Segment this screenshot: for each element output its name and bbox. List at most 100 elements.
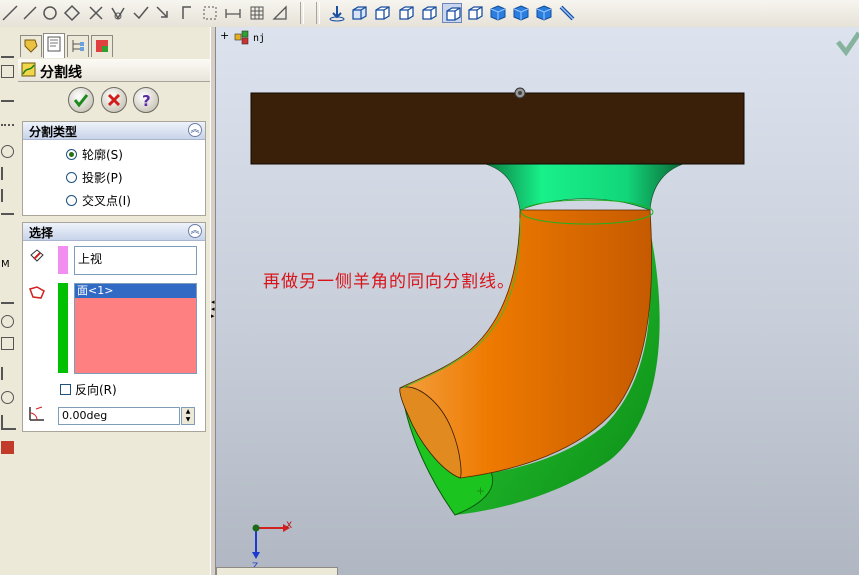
circle-icon[interactable] xyxy=(40,3,60,23)
strip-pencil-icon[interactable] xyxy=(1,441,14,454)
check-icon[interactable] xyxy=(131,3,151,23)
face-list-item[interactable]: 面<1> xyxy=(75,284,196,298)
shaded-cube-1-icon[interactable] xyxy=(488,3,508,23)
annotation-text: 再做另一侧羊角的同向分割线。 xyxy=(263,272,515,292)
plane-field[interactable]: 上视 xyxy=(74,246,197,275)
selection-title: 选择 xyxy=(29,226,54,240)
section-view-icon[interactable] xyxy=(557,3,577,23)
strip-dotted-icon[interactable] xyxy=(1,111,14,126)
cross-icon[interactable] xyxy=(86,3,106,23)
grid-icon[interactable] xyxy=(247,3,267,23)
strip-line-icon[interactable] xyxy=(1,43,14,58)
reverse-label: 反向(R) xyxy=(75,383,117,397)
view-cube-3-icon[interactable] xyxy=(396,3,416,23)
plane-value: 上视 xyxy=(78,252,103,266)
help-button[interactable]: ? xyxy=(133,87,159,113)
dimension-icon[interactable] xyxy=(223,3,243,23)
command-strip: M xyxy=(0,27,17,575)
rotate-view-icon[interactable] xyxy=(327,3,347,23)
split-type-header[interactable]: 分割类型 ︽ xyxy=(23,122,205,140)
feature-title: 分割线 xyxy=(40,65,82,81)
arrow-icon[interactable] xyxy=(153,3,173,23)
toolbar-separator xyxy=(300,2,304,24)
strip-bar-icon[interactable] xyxy=(1,367,16,380)
model-canvas[interactable] xyxy=(216,27,859,575)
svg-text:?: ? xyxy=(142,92,151,109)
strip-circle-icon[interactable] xyxy=(1,315,14,328)
slash-icon[interactable] xyxy=(20,3,40,23)
angle-input[interactable]: 0.00deg xyxy=(58,407,180,425)
top-toolbar xyxy=(0,0,859,28)
split-line-feature-icon xyxy=(21,62,36,77)
confirmation-corner-icon[interactable] xyxy=(836,31,859,57)
plane-color-swatch xyxy=(58,246,68,274)
view-cube-4-icon[interactable] xyxy=(419,3,439,23)
feature-manager-tab[interactable] xyxy=(20,35,42,57)
graphics-area[interactable]: + nj 再做另一侧羊角的同向分割线。 X Z xyxy=(216,27,859,575)
configuration-manager-tab[interactable] xyxy=(67,35,89,57)
view-cube-5-icon[interactable] xyxy=(442,3,462,23)
strip-circle-icon[interactable] xyxy=(1,145,14,158)
spin-up-icon[interactable]: ▲ xyxy=(182,408,194,416)
trim-icon[interactable] xyxy=(108,3,128,23)
strip-line-icon[interactable] xyxy=(1,87,14,102)
green-neck-face[interactable] xyxy=(477,161,691,211)
strip-box-icon[interactable] xyxy=(1,337,14,350)
angle-icon xyxy=(29,406,44,421)
reverse-checkbox[interactable] xyxy=(60,384,71,395)
diamond-icon[interactable] xyxy=(62,3,82,23)
strip-line-icon[interactable] xyxy=(1,213,14,228)
face-color-swatch xyxy=(58,283,68,373)
cancel-button[interactable] xyxy=(101,87,127,113)
radio-intersection[interactable] xyxy=(66,195,77,206)
radio-projection-label: 投影(P) xyxy=(82,171,123,185)
radio-projection[interactable] xyxy=(66,172,77,183)
strip-m-icon[interactable]: M xyxy=(1,259,14,272)
face-list[interactable]: 面<1> xyxy=(74,283,197,374)
model-tab[interactable] xyxy=(216,567,338,575)
view-cube-1-icon[interactable] xyxy=(349,3,369,23)
strip-box-icon[interactable] xyxy=(1,65,14,78)
ok-icon xyxy=(73,94,89,108)
angle-icon[interactable] xyxy=(270,3,290,23)
triad-z-arrow-icon xyxy=(252,552,260,559)
strip-line-icon[interactable] xyxy=(1,289,14,304)
display-manager-tab[interactable] xyxy=(91,35,113,57)
shaded-cube-3-icon[interactable] xyxy=(534,3,554,23)
radio-silhouette-label: 轮廓(S) xyxy=(82,148,123,162)
property-manager-tab[interactable] xyxy=(43,33,65,58)
face-select-icon xyxy=(29,286,45,299)
tree-root-label[interactable]: nj xyxy=(253,33,265,44)
view-cube-2-icon[interactable] xyxy=(372,3,392,23)
line-icon[interactable] xyxy=(0,3,20,23)
angle-spinner[interactable]: ▲ ▼ xyxy=(181,407,195,425)
spin-down-icon[interactable]: ▼ xyxy=(182,416,194,424)
radio-intersection-label: 交叉点(I) xyxy=(82,194,131,208)
part-icon[interactable] xyxy=(234,29,250,45)
property-manager: 分割线 ? 分割类型 ︽ 轮廓(S) 投影(P) 交叉点(I) 选择 ︽ 上视 … xyxy=(16,27,211,575)
strip-corner-icon[interactable] xyxy=(1,415,16,430)
splitter-arrows-icon: ◂ ◂ ▸ xyxy=(211,298,215,320)
triad-x-label: X xyxy=(286,521,293,531)
strip-bar-icon[interactable] xyxy=(1,189,16,202)
collapse-icon[interactable]: ︽ xyxy=(188,224,202,238)
strip-bar-icon[interactable] xyxy=(1,167,16,180)
angle-value: 0.00deg xyxy=(62,409,108,422)
expand-tree-icon[interactable]: + xyxy=(220,29,229,42)
shaded-cube-2-icon[interactable] xyxy=(511,3,531,23)
split-type-group: 分割类型 ︽ 轮廓(S) 投影(P) 交叉点(I) xyxy=(22,121,206,216)
dashed-rect-icon[interactable] xyxy=(200,3,220,23)
view-cube-6-icon[interactable] xyxy=(465,3,485,23)
radio-silhouette[interactable] xyxy=(66,149,77,160)
cancel-icon xyxy=(107,93,121,107)
bracket-icon[interactable] xyxy=(177,3,197,23)
strip-circle-icon[interactable] xyxy=(1,391,14,404)
ok-button[interactable] xyxy=(68,87,94,113)
origin-point-center xyxy=(518,91,522,95)
feature-title-bar: 分割线 xyxy=(18,59,210,82)
selection-header[interactable]: 选择 ︽ xyxy=(23,223,205,241)
dark-bar-body[interactable] xyxy=(250,92,745,165)
collapse-icon[interactable]: ︽ xyxy=(188,123,202,137)
split-type-title: 分割类型 xyxy=(29,125,78,139)
triad-origin-icon xyxy=(252,524,260,532)
